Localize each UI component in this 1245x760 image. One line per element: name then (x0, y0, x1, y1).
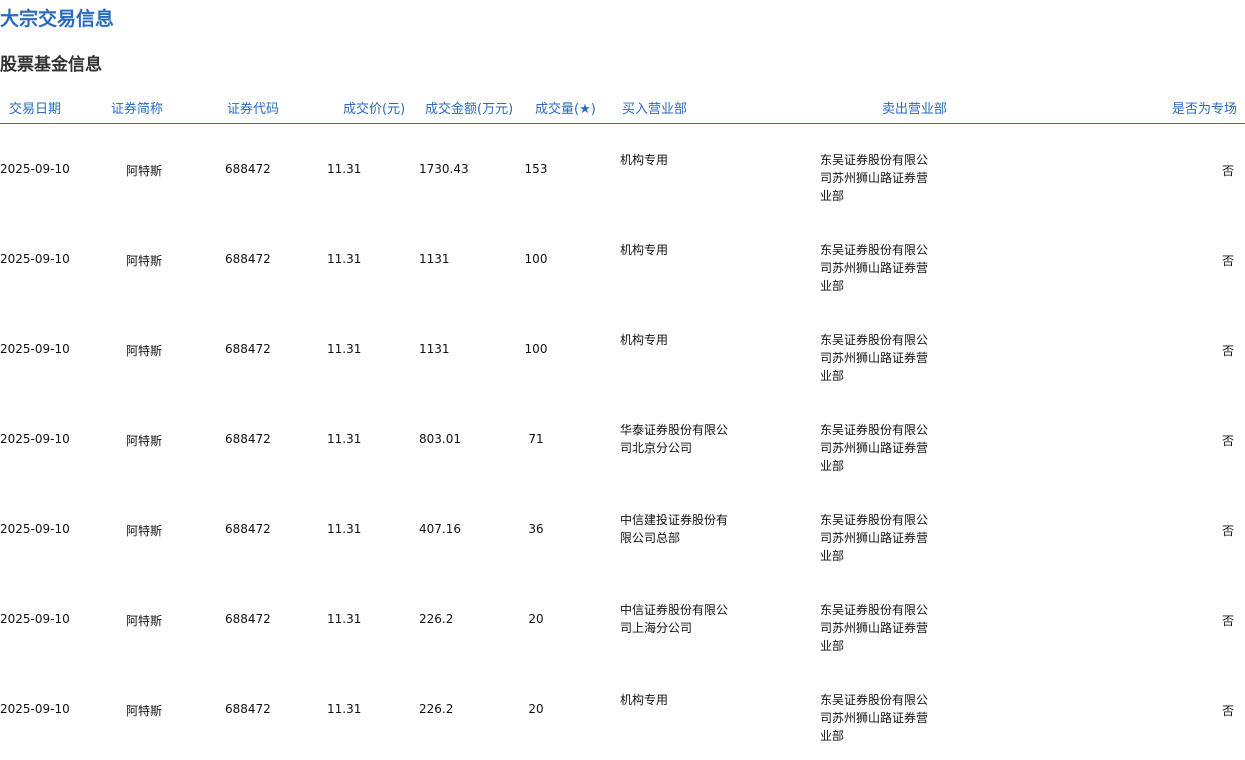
cell-price: 11.31 (327, 162, 362, 176)
cell-special: 否 (1221, 344, 1234, 358)
cell-date: 2025-09-10 (0, 612, 70, 626)
table-row: 2025-09-10 阿特斯 688472 11.31 1131 100 机构专用 东吴证券股… (0, 220, 1245, 310)
cell-volume: 100 (524, 342, 548, 356)
table-row: 2025-09-10 阿特斯 688472 11.31 407.16 36 中信建投证券股份… (0, 490, 1245, 580)
cell-seller: 东吴证券股份有限公司苏州狮山路证券营业部 (820, 693, 929, 743)
cell-buyer: 华泰证券股份有限公司北京分公司 (620, 423, 729, 455)
cell-amount: 226.2 (419, 702, 454, 716)
page-title: 大宗交易信息 (0, 8, 115, 30)
cell-volume: 36 (528, 522, 544, 536)
cell-amount: 226.2 (419, 612, 454, 626)
cell-buyer: 机构专用 (620, 333, 669, 347)
cell-special: 否 (1221, 164, 1234, 178)
cell-name: 阿特斯 (126, 704, 163, 718)
table-row: 2025-09-10 阿特斯 688472 11.31 226.2 20 中信证券股份有限公… (0, 580, 1245, 670)
cell-volume: 20 (528, 702, 544, 716)
cell-amount: 803.01 (419, 432, 461, 446)
header-price[interactable]: 成交价(元) (343, 98, 405, 117)
cell-price: 11.31 (327, 252, 362, 266)
cell-name: 阿特斯 (126, 164, 163, 178)
cell-special: 否 (1221, 434, 1234, 448)
cell-seller: 东吴证券股份有限公司苏州狮山路证券营业部 (820, 603, 929, 653)
cell-seller: 东吴证券股份有限公司苏州狮山路证券营业部 (820, 243, 929, 293)
header-amount[interactable]: 成交金额(万元) (425, 98, 513, 117)
cell-code: 688472 (225, 252, 271, 266)
cell-amount: 1730.43 (419, 162, 469, 176)
cell-volume: 71 (528, 432, 544, 446)
header-name[interactable]: 证券简称 (111, 98, 163, 117)
header-date[interactable]: 交易日期 (9, 98, 61, 117)
cell-code: 688472 (225, 522, 271, 536)
cell-special: 否 (1221, 254, 1234, 268)
table-row: 2025-09-10 阿特斯 688472 11.31 803.01 71 华泰证券股份有限… (0, 400, 1245, 490)
cell-name: 阿特斯 (126, 434, 163, 448)
cell-code: 688472 (225, 612, 271, 626)
cell-volume: 153 (524, 162, 548, 176)
cell-price: 11.31 (327, 612, 362, 626)
cell-amount: 407.16 (419, 522, 461, 536)
cell-buyer: 机构专用 (620, 153, 669, 167)
cell-special: 否 (1221, 704, 1234, 718)
cell-code: 688472 (225, 162, 271, 176)
header-buyer[interactable]: 买入营业部 (622, 98, 687, 117)
cell-date: 2025-09-10 (0, 432, 70, 446)
header-volume[interactable]: 成交量(★) (535, 98, 596, 117)
cell-date: 2025-09-10 (0, 342, 70, 356)
cell-code: 688472 (225, 702, 271, 716)
cell-name: 阿特斯 (126, 254, 163, 268)
table-row: 2025-09-10 阿特斯 688472 11.31 226.2 20 机构专用 东吴证券股… (0, 670, 1245, 760)
cell-volume: 20 (528, 612, 544, 626)
cell-price: 11.31 (327, 702, 362, 716)
cell-buyer: 中信建投证券股份有限公司总部 (620, 513, 729, 545)
table-row: 2025-09-10 阿特斯 688472 11.31 1730.43 153 机构专用 东吴… (0, 130, 1245, 220)
cell-seller: 东吴证券股份有限公司苏州狮山路证券营业部 (820, 423, 929, 473)
cell-date: 2025-09-10 (0, 162, 70, 176)
cell-price: 11.31 (327, 432, 362, 446)
cell-name: 阿特斯 (126, 614, 163, 628)
cell-amount: 1131 (419, 252, 450, 266)
table-header: 交易日期 证券简称 证券代码 成交价(元) 成交金额(万元) 成交量(★) 买入… (0, 92, 1245, 124)
table-row: 2025-09-10 阿特斯 688472 11.31 1131 100 机构专用 东吴证券股… (0, 310, 1245, 400)
cell-price: 11.31 (327, 342, 362, 356)
cell-code: 688472 (225, 342, 271, 356)
cell-special: 否 (1221, 614, 1234, 628)
cell-seller: 东吴证券股份有限公司苏州狮山路证券营业部 (820, 513, 929, 563)
cell-date: 2025-09-10 (0, 522, 70, 536)
header-special[interactable]: 是否为专场 (1172, 98, 1237, 117)
cell-code: 688472 (225, 432, 271, 446)
cell-price: 11.31 (327, 522, 362, 536)
cell-seller: 东吴证券股份有限公司苏州狮山路证券营业部 (820, 333, 929, 383)
cell-buyer: 机构专用 (620, 243, 669, 257)
cell-buyer: 机构专用 (620, 693, 669, 707)
cell-amount: 1131 (419, 342, 450, 356)
cell-special: 否 (1221, 524, 1234, 538)
cell-date: 2025-09-10 (0, 702, 70, 716)
header-code[interactable]: 证券代码 (227, 98, 279, 117)
cell-volume: 100 (524, 252, 548, 266)
cell-date: 2025-09-10 (0, 252, 70, 266)
cell-name: 阿特斯 (126, 344, 163, 358)
cell-seller: 东吴证券股份有限公司苏州狮山路证券营业部 (820, 153, 929, 203)
section-title: 股票基金信息 (0, 55, 102, 75)
header-seller[interactable]: 卖出营业部 (882, 98, 947, 117)
cell-buyer: 中信证券股份有限公司上海分公司 (620, 603, 729, 635)
cell-name: 阿特斯 (126, 524, 163, 538)
